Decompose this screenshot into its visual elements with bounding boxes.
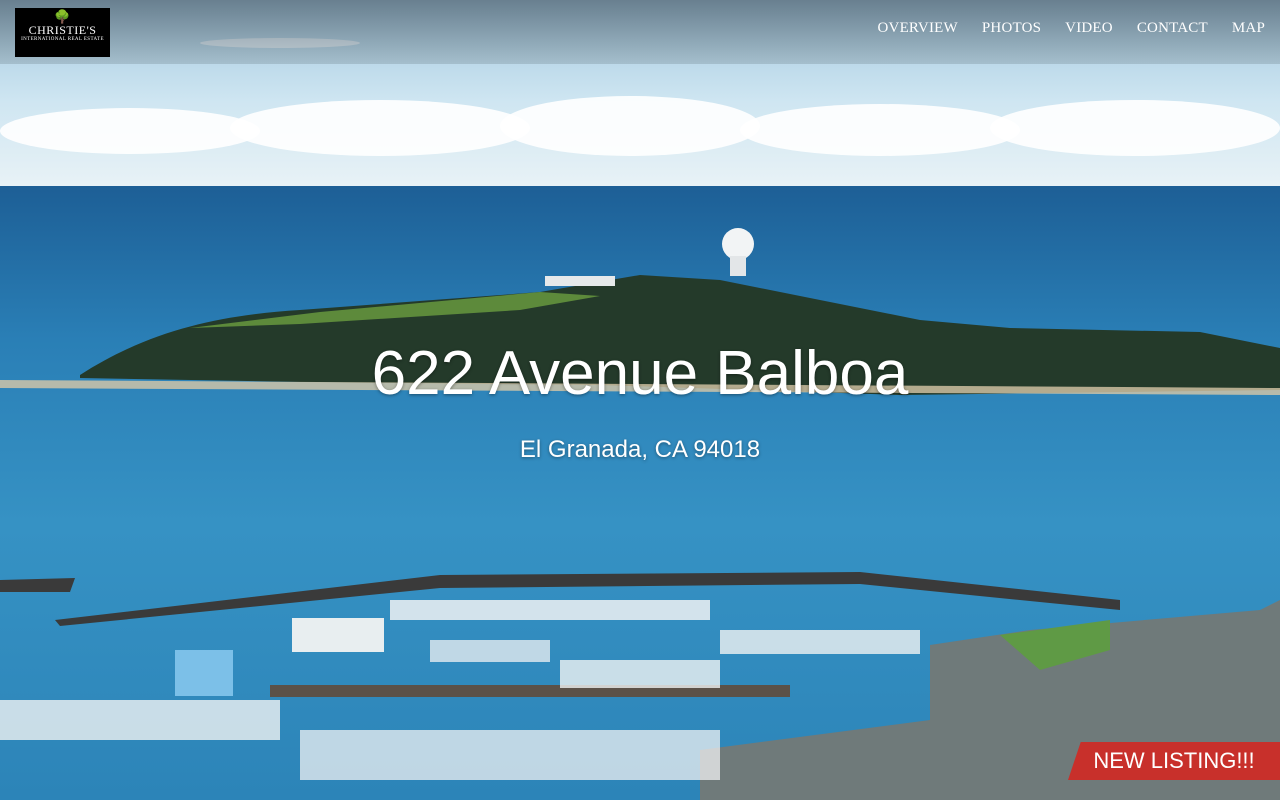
- property-address-title: 622 Avenue Balboa: [371, 339, 909, 408]
- christies-logo[interactable]: 🌳 CHRISTIE'S INTERNATIONAL REAL ESTATE: [15, 8, 110, 57]
- logo-subtitle: INTERNATIONAL REAL ESTATE: [21, 37, 104, 42]
- nav-photos[interactable]: PHOTOS: [982, 20, 1041, 37]
- property-location-subtitle: El Granada, CA 94018: [519, 436, 761, 463]
- main-nav: OVERVIEW PHOTOS VIDEO CONTACT MAP: [878, 20, 1266, 37]
- new-listing-badge: NEW LISTING!!!: [1068, 742, 1280, 780]
- logo-brand: CHRISTIE'S: [28, 23, 97, 37]
- tree-icon: 🌳: [54, 9, 71, 24]
- nav-overview[interactable]: OVERVIEW: [878, 20, 958, 37]
- top-navigation-bar: 🌳 CHRISTIE'S INTERNATIONAL REAL ESTATE O…: [0, 0, 1280, 64]
- nav-map[interactable]: MAP: [1232, 20, 1265, 37]
- nav-contact[interactable]: CONTACT: [1137, 20, 1208, 37]
- nav-video[interactable]: VIDEO: [1065, 20, 1113, 37]
